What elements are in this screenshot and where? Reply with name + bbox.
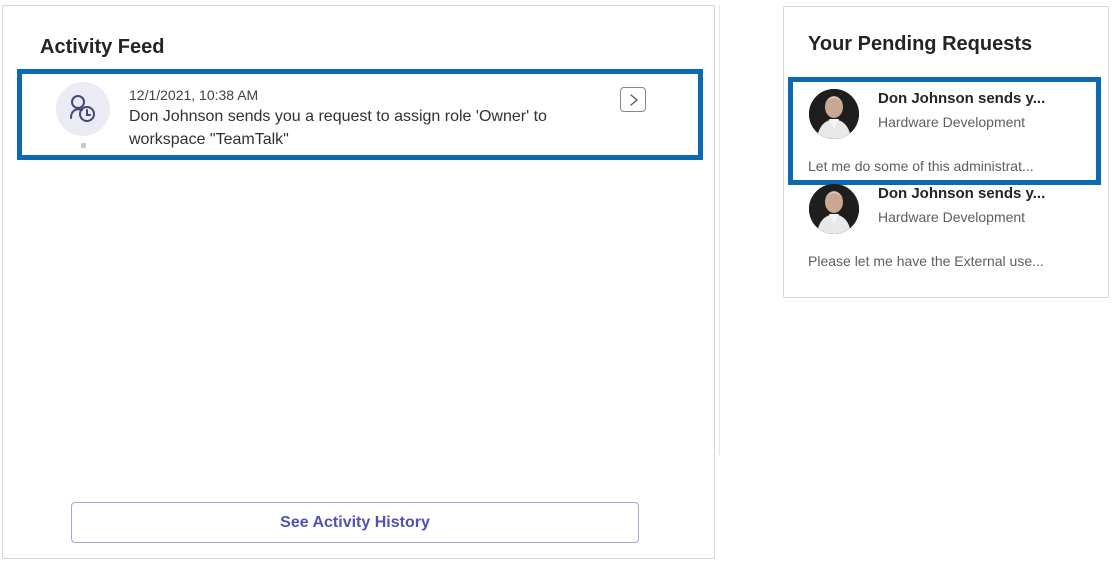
open-activity-button[interactable] (620, 87, 646, 112)
unread-indicator (81, 143, 86, 148)
activity-message: Don Johnson sends you a request to assig… (129, 108, 547, 148)
request-title: Don Johnson sends y... (878, 185, 1046, 202)
activity-timestamp: 12/1/2021, 10:38 AM (129, 87, 259, 103)
selected-request-highlight (788, 77, 1101, 185)
activity-feed-panel: Activity Feed 12/1/2021, 10:38 AM Don Jo… (2, 5, 715, 559)
activity-feed-item[interactable]: 12/1/2021, 10:38 AM Don Johnson sends yo… (17, 69, 703, 160)
pending-requests-panel: Your Pending Requests Don Johnson sends … (783, 6, 1109, 298)
chevron-right-icon (630, 94, 638, 106)
request-message: Please let me have the External use... (808, 253, 1044, 269)
see-activity-history-button[interactable]: See Activity History (71, 502, 639, 543)
activity-feed-title: Activity Feed (40, 36, 165, 58)
request-department: Hardware Development (878, 209, 1026, 225)
user-role-request-icon (56, 82, 110, 136)
avatar (809, 184, 859, 234)
pending-requests-title: Your Pending Requests (808, 33, 1033, 55)
panel-divider (719, 5, 720, 455)
pending-request-item[interactable]: Don Johnson sends y... Hardware Developm… (784, 178, 1110, 278)
